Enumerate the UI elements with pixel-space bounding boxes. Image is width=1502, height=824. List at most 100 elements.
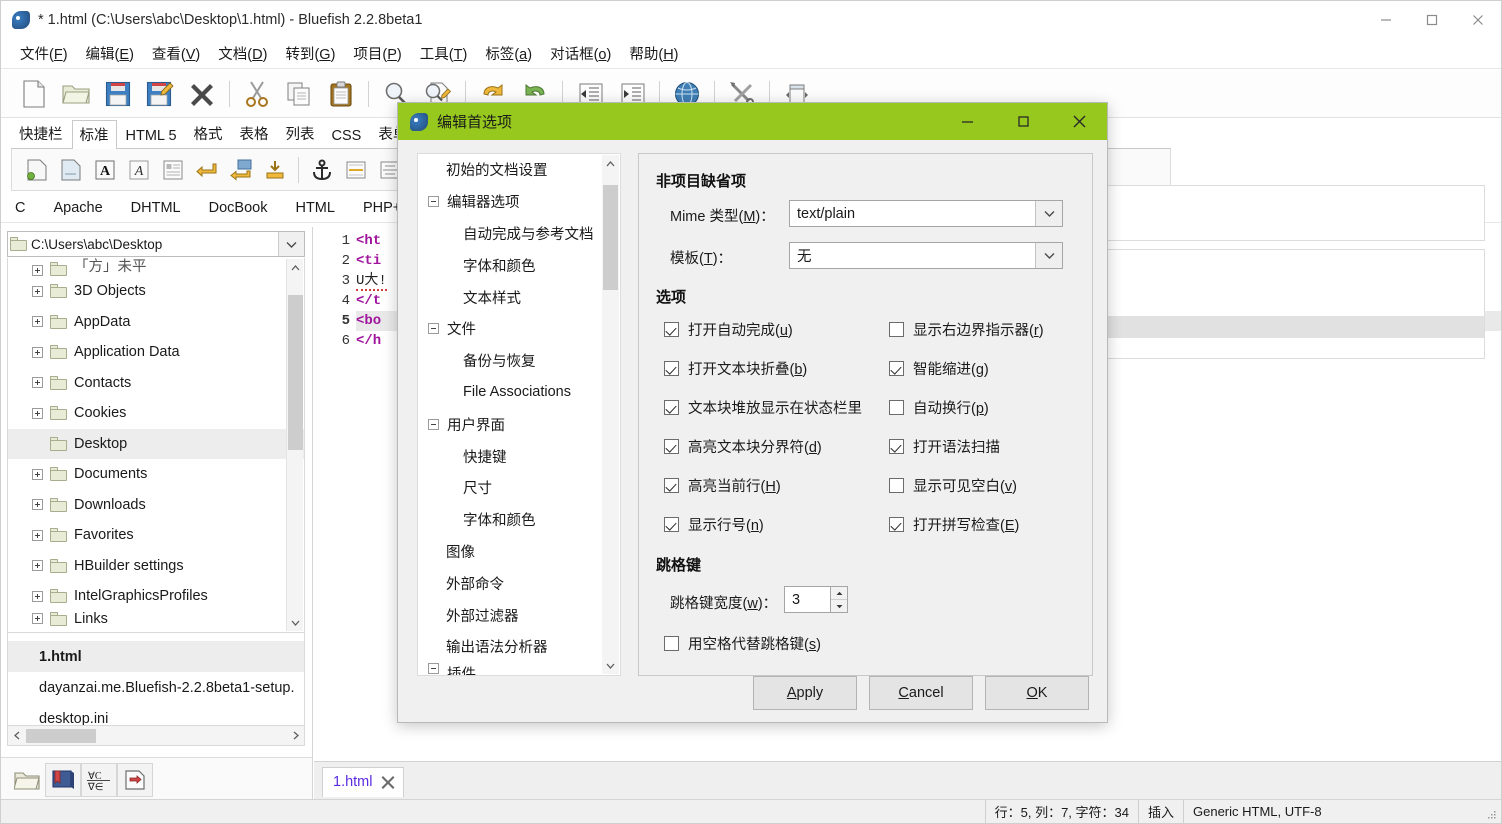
expand-icon[interactable] bbox=[32, 590, 43, 602]
chevron-up-icon[interactable] bbox=[831, 587, 847, 600]
close-icon[interactable] bbox=[381, 775, 395, 789]
chevron-down-icon[interactable] bbox=[1035, 243, 1062, 268]
prefs-item-autocomplete[interactable]: 自动完成与参考文档 bbox=[418, 218, 620, 250]
checkbox-box[interactable] bbox=[889, 322, 904, 337]
preferences-tree-scrollbar[interactable] bbox=[602, 155, 619, 674]
scrollbar-thumb[interactable] bbox=[288, 295, 303, 450]
prefs-item-ui-fonts-colors[interactable]: 字体和颜色 bbox=[418, 504, 620, 536]
tree-item-documents[interactable]: Documents bbox=[8, 459, 304, 490]
chevron-down-icon[interactable] bbox=[278, 232, 304, 256]
resize-grip-icon[interactable] bbox=[1483, 800, 1501, 823]
collapse-icon[interactable] bbox=[428, 418, 439, 430]
path-combobox[interactable]: C:\Users\abc\Desktop bbox=[7, 231, 305, 257]
chevron-down-icon[interactable] bbox=[1035, 201, 1062, 226]
file-list[interactable]: 1.html dayanzai.me.Bluefish-2.2.8beta1-s… bbox=[7, 633, 305, 726]
mime-type-combobox[interactable]: text/plain bbox=[789, 200, 1063, 227]
close-file-icon[interactable] bbox=[181, 74, 223, 114]
minimize-icon[interactable] bbox=[1363, 1, 1409, 39]
checkbox-box[interactable] bbox=[664, 517, 679, 532]
checkbox-box[interactable] bbox=[664, 322, 679, 337]
prefs-item-dimensions[interactable]: 尺寸 bbox=[418, 472, 620, 504]
expand-icon[interactable] bbox=[32, 499, 43, 511]
menu-project[interactable]: 项目(P) bbox=[344, 40, 410, 67]
tab-table[interactable]: 表格 bbox=[232, 119, 277, 148]
open-file-icon[interactable] bbox=[55, 74, 97, 114]
checkbox-box[interactable] bbox=[664, 400, 679, 415]
checkbox-box[interactable] bbox=[889, 478, 904, 493]
lang-c[interactable]: C bbox=[15, 200, 25, 216]
break-icon[interactable] bbox=[190, 154, 224, 186]
chevron-down-icon[interactable] bbox=[831, 600, 847, 612]
paragraph-icon[interactable] bbox=[156, 154, 190, 186]
expand-icon[interactable] bbox=[32, 285, 43, 297]
menu-tags[interactable]: 标签(a) bbox=[476, 40, 541, 67]
checkbox-box[interactable] bbox=[889, 517, 904, 532]
prefs-item-output-parsers[interactable]: 输出语法分析器 bbox=[418, 631, 620, 663]
file-item-desktop-ini[interactable]: desktop.ini bbox=[8, 703, 304, 726]
menu-help[interactable]: 帮助(H) bbox=[620, 40, 687, 67]
preferences-tree[interactable]: 初始的文档设置 编辑器选项 自动完成与参考文档 字体和颜色 文本样式 文件 备份… bbox=[417, 153, 621, 676]
close-icon[interactable] bbox=[1051, 103, 1107, 140]
break-clear-icon[interactable] bbox=[224, 154, 258, 186]
scrollbar-thumb[interactable] bbox=[603, 185, 618, 290]
non-breaking-space-icon[interactable] bbox=[258, 154, 292, 186]
checkbox-box[interactable] bbox=[889, 439, 904, 454]
apply-button[interactable]: Apply bbox=[753, 676, 857, 710]
checkbox-box[interactable] bbox=[889, 361, 904, 376]
prefs-item-backup-recovery[interactable]: 备份与恢复 bbox=[418, 345, 620, 377]
expand-icon[interactable] bbox=[32, 265, 43, 276]
checkbox-highlight-block-delimiters[interactable]: 高亮文本块分界符(d) bbox=[664, 436, 822, 457]
checkbox-syntax-scanning[interactable]: 打开语法扫描 bbox=[889, 436, 1000, 457]
checkbox-word-wrap[interactable]: 自动换行(p) bbox=[889, 397, 989, 418]
file-item-setup[interactable]: dayanzai.me.Bluefish-2.2.8beta1-setup. bbox=[8, 672, 304, 703]
checkbox-spaces-instead-of-tabs[interactable]: 用空格代替跳格键(s) bbox=[664, 633, 821, 654]
template-combobox[interactable]: 无 bbox=[789, 242, 1063, 269]
tab-format[interactable]: 格式 bbox=[186, 119, 231, 148]
prefs-item-file-associations[interactable]: File Associations bbox=[418, 377, 620, 409]
scroll-left-icon[interactable] bbox=[8, 727, 25, 745]
prefs-item-initial-document-settings[interactable]: 初始的文档设置 bbox=[418, 154, 620, 186]
ok-button[interactable]: OK bbox=[985, 676, 1089, 710]
expand-icon[interactable] bbox=[32, 316, 43, 328]
menu-dialogs[interactable]: 对话框(o) bbox=[541, 40, 620, 67]
file-item-1-html[interactable]: 1.html bbox=[8, 641, 304, 672]
checkbox-show-line-numbers[interactable]: 显示行号(n) bbox=[664, 514, 764, 535]
scroll-down-icon[interactable] bbox=[602, 657, 619, 674]
tab-html5[interactable]: HTML 5 bbox=[118, 124, 185, 148]
prefs-item-text-styles[interactable]: 文本样式 bbox=[418, 281, 620, 313]
body-icon[interactable] bbox=[54, 154, 88, 186]
scroll-down-icon[interactable] bbox=[287, 614, 304, 631]
maximize-icon[interactable] bbox=[1409, 1, 1455, 39]
italic-icon[interactable]: A bbox=[122, 154, 156, 186]
prefs-item-shortcut-keys[interactable]: 快捷键 bbox=[418, 440, 620, 472]
tab-width-spinner[interactable]: 3 bbox=[784, 586, 848, 613]
char-map-icon[interactable]: ∀C ∇∈ bbox=[81, 762, 117, 797]
tab-css[interactable]: CSS bbox=[324, 124, 370, 148]
spinner-buttons[interactable] bbox=[831, 586, 848, 613]
expand-icon[interactable] bbox=[32, 560, 43, 572]
bold-icon[interactable]: A bbox=[88, 154, 122, 186]
checkbox-smart-indent[interactable]: 智能缩进(g) bbox=[889, 358, 989, 379]
copy-icon[interactable] bbox=[278, 74, 320, 114]
collapse-icon[interactable] bbox=[428, 662, 439, 674]
lang-apache[interactable]: Apache bbox=[53, 200, 102, 216]
menu-document[interactable]: 文档(D) bbox=[209, 40, 276, 67]
tree-item-contacts[interactable]: Contacts bbox=[8, 368, 304, 399]
scroll-up-icon[interactable] bbox=[602, 155, 619, 172]
directory-tree-scrollbar[interactable] bbox=[286, 259, 303, 631]
list-item[interactable] bbox=[8, 633, 304, 641]
checkbox-box[interactable] bbox=[889, 400, 904, 415]
checkbox-spell-check[interactable]: 打开拼写检查(E) bbox=[889, 514, 1019, 535]
tree-item-hbuilder-settings[interactable]: HBuilder settings bbox=[8, 551, 304, 582]
checkbox-autocomplete[interactable]: 打开自动完成(u) bbox=[664, 319, 793, 340]
checkbox-box[interactable] bbox=[664, 478, 679, 493]
checkbox-box[interactable] bbox=[664, 361, 679, 376]
expand-icon[interactable] bbox=[32, 407, 43, 419]
snippets-icon[interactable] bbox=[117, 762, 153, 797]
checkbox-show-whitespace[interactable]: 显示可见空白(v) bbox=[889, 475, 1017, 496]
checkbox-highlight-current-line[interactable]: 高亮当前行(H) bbox=[664, 475, 781, 496]
prefs-item-external-filters[interactable]: 外部过滤器 bbox=[418, 599, 620, 631]
lang-html[interactable]: HTML bbox=[295, 200, 334, 216]
prefs-item-user-interface[interactable]: 用户界面 bbox=[418, 408, 620, 440]
checkbox-block-stack-statusbar[interactable]: 文本块堆放显示在状态栏里 bbox=[664, 397, 862, 418]
